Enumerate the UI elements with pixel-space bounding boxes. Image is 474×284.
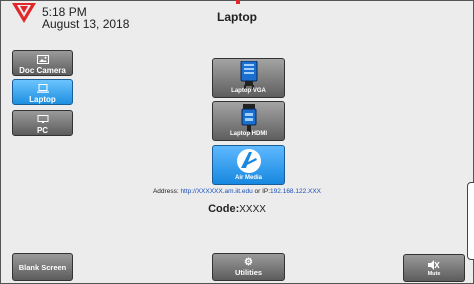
air-media-code: Code:XXXX bbox=[0, 203, 474, 215]
input-label: Air Media bbox=[234, 175, 262, 181]
laptop-icon bbox=[36, 84, 49, 93]
input-button-laptop-vga[interactable]: Laptop VGA bbox=[212, 58, 285, 98]
air-media-address: Address: http://XXXXXX.am.iit.edu or IP:… bbox=[0, 188, 474, 195]
vga-cable-icon bbox=[240, 61, 257, 89]
speaker-mute-icon bbox=[428, 260, 440, 270]
address-ip-link[interactable]: 192.168.122.XXX bbox=[270, 188, 321, 195]
source-button-laptop[interactable]: Laptop bbox=[12, 79, 73, 105]
source-label: PC bbox=[36, 126, 49, 135]
source-label: Laptop bbox=[29, 95, 56, 104]
source-button-pc[interactable]: PC bbox=[12, 110, 73, 136]
mute-button[interactable]: Mute bbox=[403, 254, 465, 282]
code-value: XXXX bbox=[239, 204, 266, 215]
input-label: Laptop VGA bbox=[231, 88, 266, 94]
address-mid: or IP: bbox=[252, 188, 271, 195]
air-media-icon bbox=[236, 149, 261, 173]
address-url-link[interactable]: http://XXXXXX.am.iit.edu bbox=[180, 188, 252, 195]
utilities-label: Utilities bbox=[234, 268, 263, 277]
touch-panel-frame bbox=[0, 0, 474, 284]
hdmi-cable-icon bbox=[241, 104, 256, 132]
input-label: Laptop HDMI bbox=[230, 131, 267, 137]
input-button-laptop-hdmi[interactable]: Laptop HDMI bbox=[212, 101, 285, 141]
source-label: Doc Camera bbox=[19, 66, 66, 75]
gear-icon: ⚙ bbox=[244, 257, 253, 268]
monitor-icon bbox=[37, 115, 48, 123]
source-button-doc-camera[interactable]: Doc Camera bbox=[12, 50, 73, 76]
address-prefix: Address: bbox=[152, 188, 181, 195]
utilities-button[interactable]: ⚙ Utilities bbox=[212, 253, 285, 281]
side-drawer-tab[interactable] bbox=[467, 182, 474, 260]
page-title: Laptop bbox=[217, 10, 257, 24]
input-button-air-media[interactable]: Air Media bbox=[212, 145, 285, 185]
blank-screen-button[interactable]: Blank Screen bbox=[12, 253, 73, 281]
mute-label: Mute bbox=[427, 271, 441, 277]
code-label: Code: bbox=[208, 203, 240, 215]
document-camera-icon bbox=[36, 55, 49, 64]
top-indicator bbox=[236, 0, 240, 4]
